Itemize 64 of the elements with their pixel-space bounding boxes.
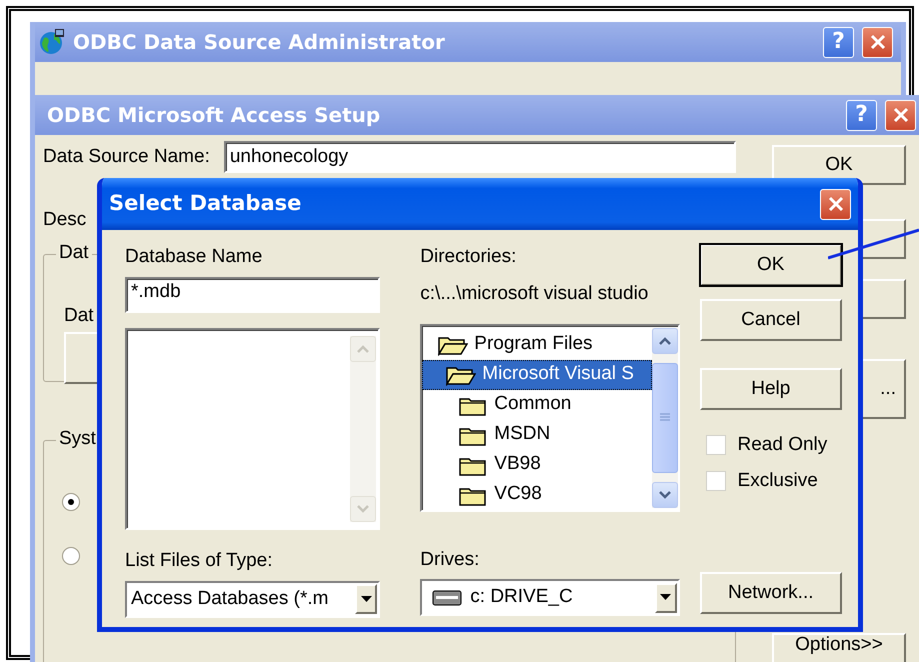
tree-item[interactable]: MSDN <box>422 420 652 450</box>
scroll-up-button[interactable] <box>652 328 678 354</box>
grip-icon <box>660 412 670 423</box>
dropdown-button[interactable] <box>355 584 378 614</box>
field-label: Drives: <box>420 548 480 572</box>
tree-item[interactable]: Microsoft Visual S <box>422 360 652 390</box>
checkbox-label: Read Only <box>738 434 828 457</box>
field-label: Data Source Name: <box>43 146 210 168</box>
drive-icon <box>432 588 462 608</box>
window-title: ODBC Data Source Administrator <box>73 30 446 54</box>
chevron-down-icon <box>658 490 671 499</box>
folder-name: VC98 <box>494 483 542 506</box>
button[interactable]: Options>> <box>772 633 906 662</box>
chevron-up-icon <box>357 344 370 353</box>
tree-item[interactable]: Program Files <box>422 330 652 360</box>
window-title: ODBC Microsoft Access Setup <box>47 103 382 127</box>
field-label: Directories: <box>420 246 518 269</box>
radio-button[interactable] <box>62 492 80 511</box>
drive-dropdown[interactable]: c: DRIVE_C <box>420 579 680 616</box>
field-label: Dat <box>64 304 94 326</box>
button[interactable]: Cancel <box>700 299 842 341</box>
folder-name: Program Files <box>474 333 593 356</box>
chevron-up-icon <box>658 336 671 345</box>
close-icon <box>892 107 908 123</box>
checkbox-label: Exclusive <box>738 470 818 493</box>
group-title: Syst <box>56 428 99 451</box>
folder-name: Common <box>494 393 572 416</box>
close-icon <box>870 34 886 50</box>
chevron-down-icon <box>357 504 370 513</box>
folder-name: Microsoft Visual S <box>482 363 634 386</box>
field-label: Database Name <box>125 246 264 269</box>
folder-name: MSDN <box>494 423 550 446</box>
checkbox[interactable] <box>706 435 726 456</box>
window-title: Select Database <box>109 191 302 217</box>
data-source-field[interactable]: unhonecology <box>224 141 736 173</box>
tree-item[interactable]: VB98 <box>422 450 652 480</box>
dropdown-button[interactable] <box>654 582 677 613</box>
tree-item[interactable]: Common <box>422 390 652 420</box>
globe-icon <box>39 29 65 55</box>
directory-path: c:\...\microsoft visual studio <box>420 282 650 306</box>
folder-name: VB98 <box>494 453 541 476</box>
database-name-field[interactable]: *.mdb <box>125 276 380 313</box>
checkbox[interactable] <box>706 471 726 492</box>
scroll-down-button[interactable] <box>652 482 678 508</box>
tree-item[interactable]: VC98 <box>422 480 652 508</box>
directory-tree[interactable]: Program Files Microsoft Visual S Common MSDN VB98 VC98 <box>420 324 680 512</box>
network-button[interactable]: Network... <box>700 572 842 614</box>
caret-icon <box>660 594 672 602</box>
scrollbar[interactable] <box>652 328 678 508</box>
close-button[interactable] <box>885 100 916 130</box>
button[interactable]: Help <box>700 368 842 410</box>
close-button[interactable] <box>820 188 851 220</box>
field-label: List Files of Type: <box>125 550 274 573</box>
combo-value: c: DRIVE_C <box>470 586 573 610</box>
button[interactable]: OK <box>700 244 842 286</box>
radio-button[interactable] <box>62 546 80 565</box>
file-list[interactable] <box>125 328 380 530</box>
scrollbar-thumb[interactable] <box>652 362 678 473</box>
close-button[interactable] <box>862 26 893 58</box>
file-type-dropdown[interactable]: Access Databases (*.m <box>125 580 380 618</box>
field-label: Desc <box>43 209 88 232</box>
combo-value: Access Databases (*.m <box>131 588 328 610</box>
close-icon <box>828 196 844 212</box>
caret-icon <box>360 596 372 603</box>
